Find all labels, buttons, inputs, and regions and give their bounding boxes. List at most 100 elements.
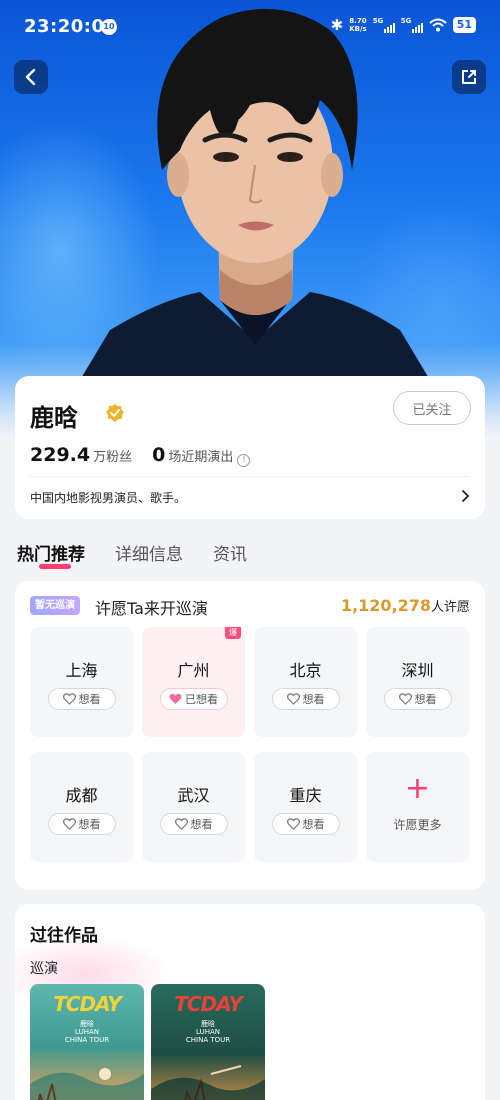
heart-icon — [62, 693, 76, 705]
poster-line3: CHINA TOUR — [185, 1036, 231, 1044]
want-button[interactable]: 想看 — [47, 688, 116, 710]
city-tile-wuhan[interactable]: 武汉 想看 — [142, 752, 245, 862]
want-label: 想看 — [190, 818, 213, 831]
past-works-title: 过往作品 — [30, 926, 98, 946]
want-label: 想看 — [302, 818, 325, 831]
notification-badge: 10 — [101, 19, 117, 35]
artist-bio[interactable]: 中国内地影视男演员、歌手。 — [30, 489, 186, 506]
net-speed-value: 8.70 — [349, 17, 367, 25]
fans-count: 229.4 — [30, 444, 91, 466]
share-button[interactable] — [452, 60, 486, 94]
tour-wish-card: 暂无巡演 许愿Ta来开巡演 1,120,278人许愿 上海 想看 爆 广州 已想… — [15, 581, 485, 890]
chevron-right-icon[interactable] — [461, 488, 471, 504]
city-tile-guangzhou[interactable]: 爆 广州 已想看 — [142, 627, 245, 737]
heart-icon — [62, 818, 76, 830]
city-tile-beijing[interactable]: 北京 想看 — [254, 627, 357, 737]
artist-profile-card: 鹿晗 已关注 229.4 万粉丝 0 场近期演出 ! 中国内地影视男演员、歌手。 — [15, 376, 485, 519]
poster-line2: LUHAN — [196, 1028, 220, 1036]
tour-poster[interactable]: TCDAY 鹿晗 LUHAN CHINA TOUR — [151, 984, 265, 1100]
tab-news[interactable]: 资讯 — [213, 540, 247, 565]
heart-icon — [286, 818, 300, 830]
heart-filled-icon — [169, 693, 182, 704]
hot-badge: 爆 — [225, 627, 241, 639]
wanted-button[interactable]: 已想看 — [159, 688, 228, 710]
city-name: 上海 — [65, 661, 98, 680]
battery-indicator: 51 — [452, 17, 476, 33]
want-label: 想看 — [414, 693, 437, 706]
tab-hot[interactable]: 热门推荐 — [17, 540, 85, 569]
past-works-card: 过往作品 巡演 TCDAY 鹿晗 LUHAN CHINA TOUR TCDAY … — [15, 904, 485, 1100]
tab-details[interactable]: 详细信息 — [115, 540, 183, 565]
follow-button[interactable]: 已关注 — [393, 391, 471, 425]
bluetooth-icon: ✱ — [330, 16, 344, 34]
city-tile-chongqing[interactable]: 重庆 想看 — [254, 752, 357, 862]
wish-count: 1,120,278人许愿 — [341, 596, 470, 615]
wish-more-tile[interactable]: + 许愿更多 — [366, 752, 469, 862]
city-tile-shanghai[interactable]: 上海 想看 — [30, 627, 133, 737]
signal-icon: 5G — [373, 17, 395, 33]
plus-icon: + — [404, 771, 431, 806]
verified-badge-icon — [106, 404, 124, 422]
chevron-left-icon — [25, 68, 36, 86]
poster-caption: 鹿晗 LUHAN CHINA TOUR — [30, 1020, 144, 1044]
tour-subtitle: 巡演 — [30, 961, 58, 977]
shows-count: 0 — [152, 444, 166, 466]
city-name: 武汉 — [177, 786, 210, 805]
heart-icon — [174, 818, 188, 830]
poster-line1: 鹿晗 — [80, 1020, 94, 1028]
tab-hot-label: 热门推荐 — [17, 545, 85, 565]
poster-logo: TCDAY — [53, 992, 122, 1016]
tab-active-indicator — [39, 564, 71, 569]
wish-count-value: 1,120,278 — [340, 596, 431, 615]
want-button[interactable]: 想看 — [383, 688, 452, 710]
wish-title: 许愿Ta来开巡演 — [95, 599, 208, 618]
want-button[interactable]: 想看 — [271, 813, 340, 835]
wish-count-suffix: 人许愿 — [430, 600, 470, 615]
city-name: 广州 — [177, 661, 210, 680]
city-name: 重庆 — [289, 786, 322, 805]
want-label: 想看 — [78, 818, 101, 831]
sim1-label: 5G — [372, 17, 384, 25]
signal-icon-2: 5G — [401, 17, 423, 33]
wish-more-label: 许愿更多 — [393, 818, 442, 832]
artist-hero-banner — [0, 0, 500, 440]
poster-line1: 鹿晗 — [201, 1020, 215, 1028]
poster-logo: TCDAY — [174, 992, 243, 1016]
poster-art — [30, 1068, 144, 1100]
poster-line3: CHINA TOUR — [64, 1036, 110, 1044]
wifi-icon — [429, 18, 447, 32]
heart-icon — [398, 693, 412, 705]
want-button[interactable]: 想看 — [159, 813, 228, 835]
sim2-label: 5G — [400, 17, 412, 25]
tour-poster[interactable]: TCDAY 鹿晗 LUHAN CHINA TOUR — [30, 984, 144, 1100]
want-button[interactable]: 想看 — [271, 688, 340, 710]
city-name: 深圳 — [401, 661, 434, 680]
status-right: ✱ 8.70 KB/s 5G 5G 51 — [331, 16, 476, 34]
poster-line2: LUHAN — [75, 1028, 99, 1036]
city-tile-chengdu[interactable]: 成都 想看 — [30, 752, 133, 862]
shows-label: 场近期演出 — [168, 450, 234, 465]
status-bar: 23:20:00 10 ✱ 8.70 KB/s 5G 5G 51 — [0, 0, 500, 56]
content-tabs: 热门推荐 详细信息 资讯 — [17, 540, 247, 569]
city-name: 成都 — [65, 786, 98, 805]
net-speed: 8.70 KB/s — [349, 17, 366, 33]
want-button[interactable]: 想看 — [47, 813, 116, 835]
fans-label: 万粉丝 — [93, 450, 133, 465]
artist-portrait — [80, 8, 430, 380]
artist-name: 鹿晗 — [30, 404, 78, 432]
artist-stats: 229.4 万粉丝 0 场近期演出 ! — [30, 444, 251, 467]
share-icon — [462, 70, 476, 84]
wanted-label: 已想看 — [185, 693, 218, 706]
profile-divider — [30, 476, 470, 477]
city-tile-shenzhen[interactable]: 深圳 想看 — [366, 627, 469, 737]
net-speed-unit: KB/s — [349, 25, 367, 33]
poster-caption: 鹿晗 LUHAN CHINA TOUR — [151, 1020, 265, 1044]
heart-icon — [286, 693, 300, 705]
info-icon[interactable]: ! — [237, 454, 251, 467]
no-tour-tag: 暂无巡演 — [30, 596, 80, 615]
city-name: 北京 — [289, 661, 322, 680]
want-label: 想看 — [78, 693, 101, 706]
want-label: 想看 — [302, 693, 325, 706]
back-button[interactable] — [14, 60, 48, 94]
poster-art — [151, 1065, 265, 1100]
